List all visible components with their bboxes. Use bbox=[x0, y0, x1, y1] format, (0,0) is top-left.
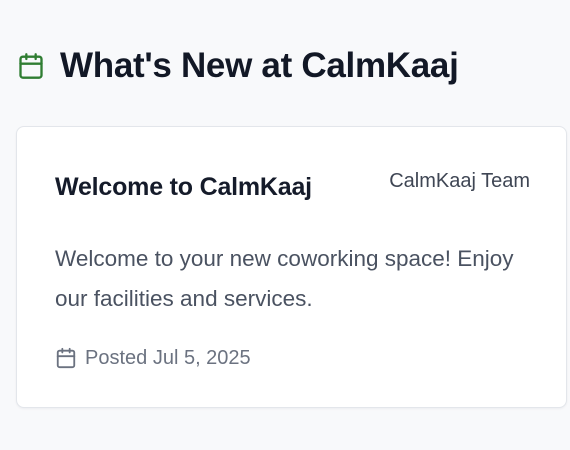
announcement-meta: Posted Jul 5, 2025 bbox=[55, 343, 251, 373]
page-title: What's New at CalmKaaj bbox=[60, 46, 459, 85]
posted-date: Posted Jul 5, 2025 bbox=[85, 347, 251, 369]
announcement-body: Welcome to your new coworking space! Enj… bbox=[55, 246, 514, 311]
calendar-icon bbox=[17, 52, 45, 80]
announcement-title: Welcome to CalmKaaj bbox=[55, 173, 312, 201]
calendar-icon bbox=[55, 347, 77, 369]
announcement-author: CalmKaaj Team bbox=[389, 170, 530, 192]
announcement-card[interactable]: Welcome to CalmKaaj CalmKaaj Team Welcom… bbox=[16, 126, 567, 408]
section-header: What's New at CalmKaaj bbox=[17, 44, 459, 88]
